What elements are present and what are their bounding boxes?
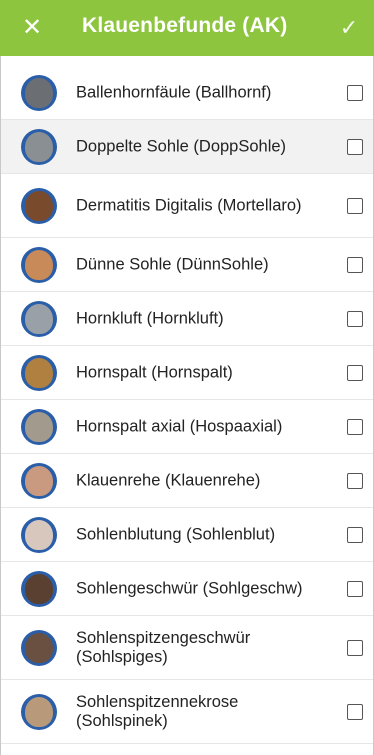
finding-checkbox[interactable] [347,526,363,543]
finding-label: Sohlenspitzengeschwür (Sohlspiges) [76,628,251,666]
list-item[interactable]: Sohlengeschwür (Sohlgeschw) [1,562,373,616]
finding-photo-icon [21,629,57,666]
page-title: Klauenbefunde (AK) [82,14,288,37]
finding-checkbox[interactable] [347,197,363,214]
finding-label: Ballenhornfäule (Ballhornf) [76,83,272,101]
finding-photo-icon [21,300,57,337]
findings-list: Ballenhornfäule (Ballhornf) Doppelte Sohl… [1,66,373,744]
finding-label: Sohlenblutung (Sohlenblut) [76,525,276,543]
finding-photo-icon [21,74,57,111]
finding-checkbox[interactable] [347,310,363,327]
app-bar: ✕ Klauenbefunde (AK) ✓ [0,0,374,56]
finding-photo-icon [21,128,57,165]
list-item[interactable]: Hornspalt axial (Hospaaxial) [1,400,373,454]
list-item[interactable]: Ballenhornfäule (Ballhornf) [1,66,373,120]
list-item[interactable]: Dermatitis Digitalis (Mortellaro) [1,174,373,238]
hoof-image [25,249,53,280]
finding-label: Hornspalt (Hornspalt) [76,363,233,381]
list-item[interactable]: Klauenrehe (Klauenrehe) [1,454,373,508]
finding-label: Sohlengeschwür (Sohlgeschw) [76,579,303,597]
finding-photo-icon [21,570,57,607]
hoof-image [25,632,53,663]
list-item[interactable]: Hornkluft (Hornkluft) [1,292,373,346]
finding-photo-icon [21,693,57,730]
finding-photo-icon [21,408,57,445]
finding-label: Sohlenspitzennekrose (Sohlspinek) [76,692,239,730]
close-icon[interactable]: ✕ [19,13,45,43]
finding-photo-icon [21,246,57,283]
hoof-image [25,465,53,496]
list-item[interactable]: Sohlenspitzengeschwür (Sohlspiges) [1,616,373,680]
hoof-image [25,77,53,108]
confirm-check-icon[interactable]: ✓ [336,13,362,43]
hoof-image [25,357,53,388]
finding-label: Hornkluft (Hornkluft) [76,309,224,327]
finding-checkbox[interactable] [347,580,363,597]
finding-photo-icon [21,516,57,553]
list-item[interactable]: Sohlenspitzennekrose (Sohlspinek) [1,680,373,744]
finding-checkbox[interactable] [347,639,363,656]
finding-photo-icon [21,354,57,391]
finding-label: Hornspalt axial (Hospaaxial) [76,417,283,435]
list-item[interactable]: Sohlenblutung (Sohlenblut) [1,508,373,562]
finding-checkbox[interactable] [347,472,363,489]
finding-label: Doppelte Sohle (DoppSohle) [76,137,287,155]
hoof-image [25,303,53,334]
hoof-image [25,573,53,604]
hoof-image [25,190,53,221]
finding-label: Klauenrehe (Klauenrehe) [76,471,261,489]
finding-label: Dermatitis Digitalis (Mortellaro) [76,196,302,214]
list-item[interactable]: Dünne Sohle (DünnSohle) [1,238,373,292]
finding-checkbox[interactable] [347,364,363,381]
finding-photo-icon [21,462,57,499]
finding-label: Dünne Sohle (DünnSohle) [76,255,269,273]
finding-checkbox[interactable] [347,256,363,273]
hoof-image [25,411,53,442]
list-item[interactable]: Hornspalt (Hornspalt) [1,346,373,400]
finding-checkbox[interactable] [347,418,363,435]
finding-checkbox[interactable] [347,84,363,101]
list-item[interactable]: Doppelte Sohle (DoppSohle) [1,120,373,174]
hoof-image [25,696,53,727]
finding-checkbox[interactable] [347,138,363,155]
hoof-image [25,131,53,162]
hoof-image [25,519,53,550]
finding-photo-icon [21,187,57,224]
finding-checkbox[interactable] [347,703,363,720]
